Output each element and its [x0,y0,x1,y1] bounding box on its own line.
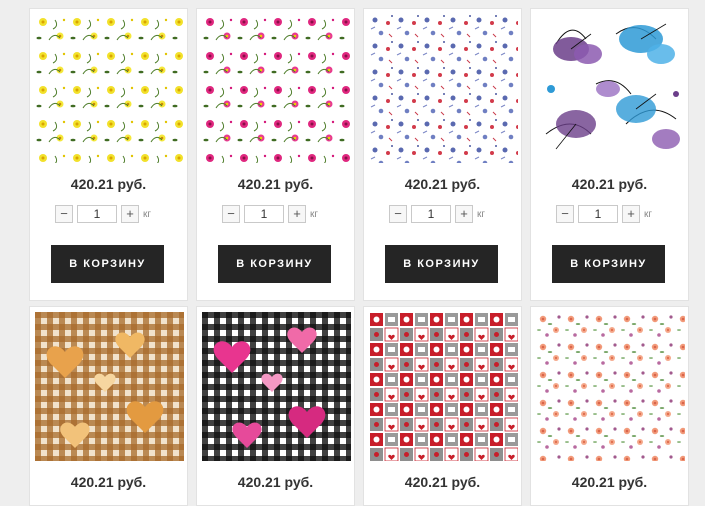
product-image[interactable] [536,312,685,461]
product-price: 420.21 руб. [237,176,314,192]
product-image[interactable] [202,312,351,461]
product-card: 420.21 руб. [530,306,689,506]
product-price: 420.21 руб. [70,176,147,192]
quantity-input[interactable] [244,205,284,223]
quantity-stepper: − + кг [222,205,318,223]
quantity-input[interactable] [578,205,618,223]
increase-quantity-button[interactable]: + [121,205,139,223]
product-image[interactable] [35,312,184,461]
product-image[interactable] [369,312,518,461]
quantity-stepper: − + кг [556,205,652,223]
product-card: 420.21 руб. − + кг В КОРЗИНУ [530,8,689,301]
product-price: 420.21 руб. [404,176,481,192]
product-card: 420.21 руб. [29,306,188,506]
add-to-cart-button[interactable]: В КОРЗИНУ [385,245,498,283]
decrease-quantity-button[interactable]: − [55,205,73,223]
increase-quantity-button[interactable]: + [455,205,473,223]
product-image[interactable] [369,14,518,163]
product-price: 420.21 руб. [404,474,481,490]
quantity-unit: кг [477,208,486,220]
quantity-stepper: − + кг [389,205,485,223]
add-to-cart-button[interactable]: В КОРЗИНУ [552,245,665,283]
decrease-quantity-button[interactable]: − [222,205,240,223]
quantity-unit: кг [143,208,152,220]
product-card: 420.21 руб. − + кг В КОРЗИНУ [29,8,188,301]
add-to-cart-button[interactable]: В КОРЗИНУ [218,245,331,283]
product-price: 420.21 руб. [571,474,648,490]
quantity-stepper: − + кг [55,205,151,223]
product-price: 420.21 руб. [571,176,648,192]
product-image[interactable] [202,14,351,163]
product-image[interactable] [536,14,685,163]
add-to-cart-button[interactable]: В КОРЗИНУ [51,245,164,283]
product-card: 420.21 руб. [196,306,355,506]
decrease-quantity-button[interactable]: − [556,205,574,223]
quantity-input[interactable] [411,205,451,223]
decrease-quantity-button[interactable]: − [389,205,407,223]
product-image[interactable] [35,14,184,163]
product-card: 420.21 руб. − + кг В КОРЗИНУ [363,8,522,301]
quantity-input[interactable] [77,205,117,223]
product-price: 420.21 руб. [237,474,314,490]
product-card: 420.21 руб. − + кг В КОРЗИНУ [196,8,355,301]
product-card: 420.21 руб. [363,306,522,506]
quantity-unit: кг [310,208,319,220]
quantity-unit: кг [644,208,653,220]
product-price: 420.21 руб. [70,474,147,490]
increase-quantity-button[interactable]: + [288,205,306,223]
increase-quantity-button[interactable]: + [622,205,640,223]
